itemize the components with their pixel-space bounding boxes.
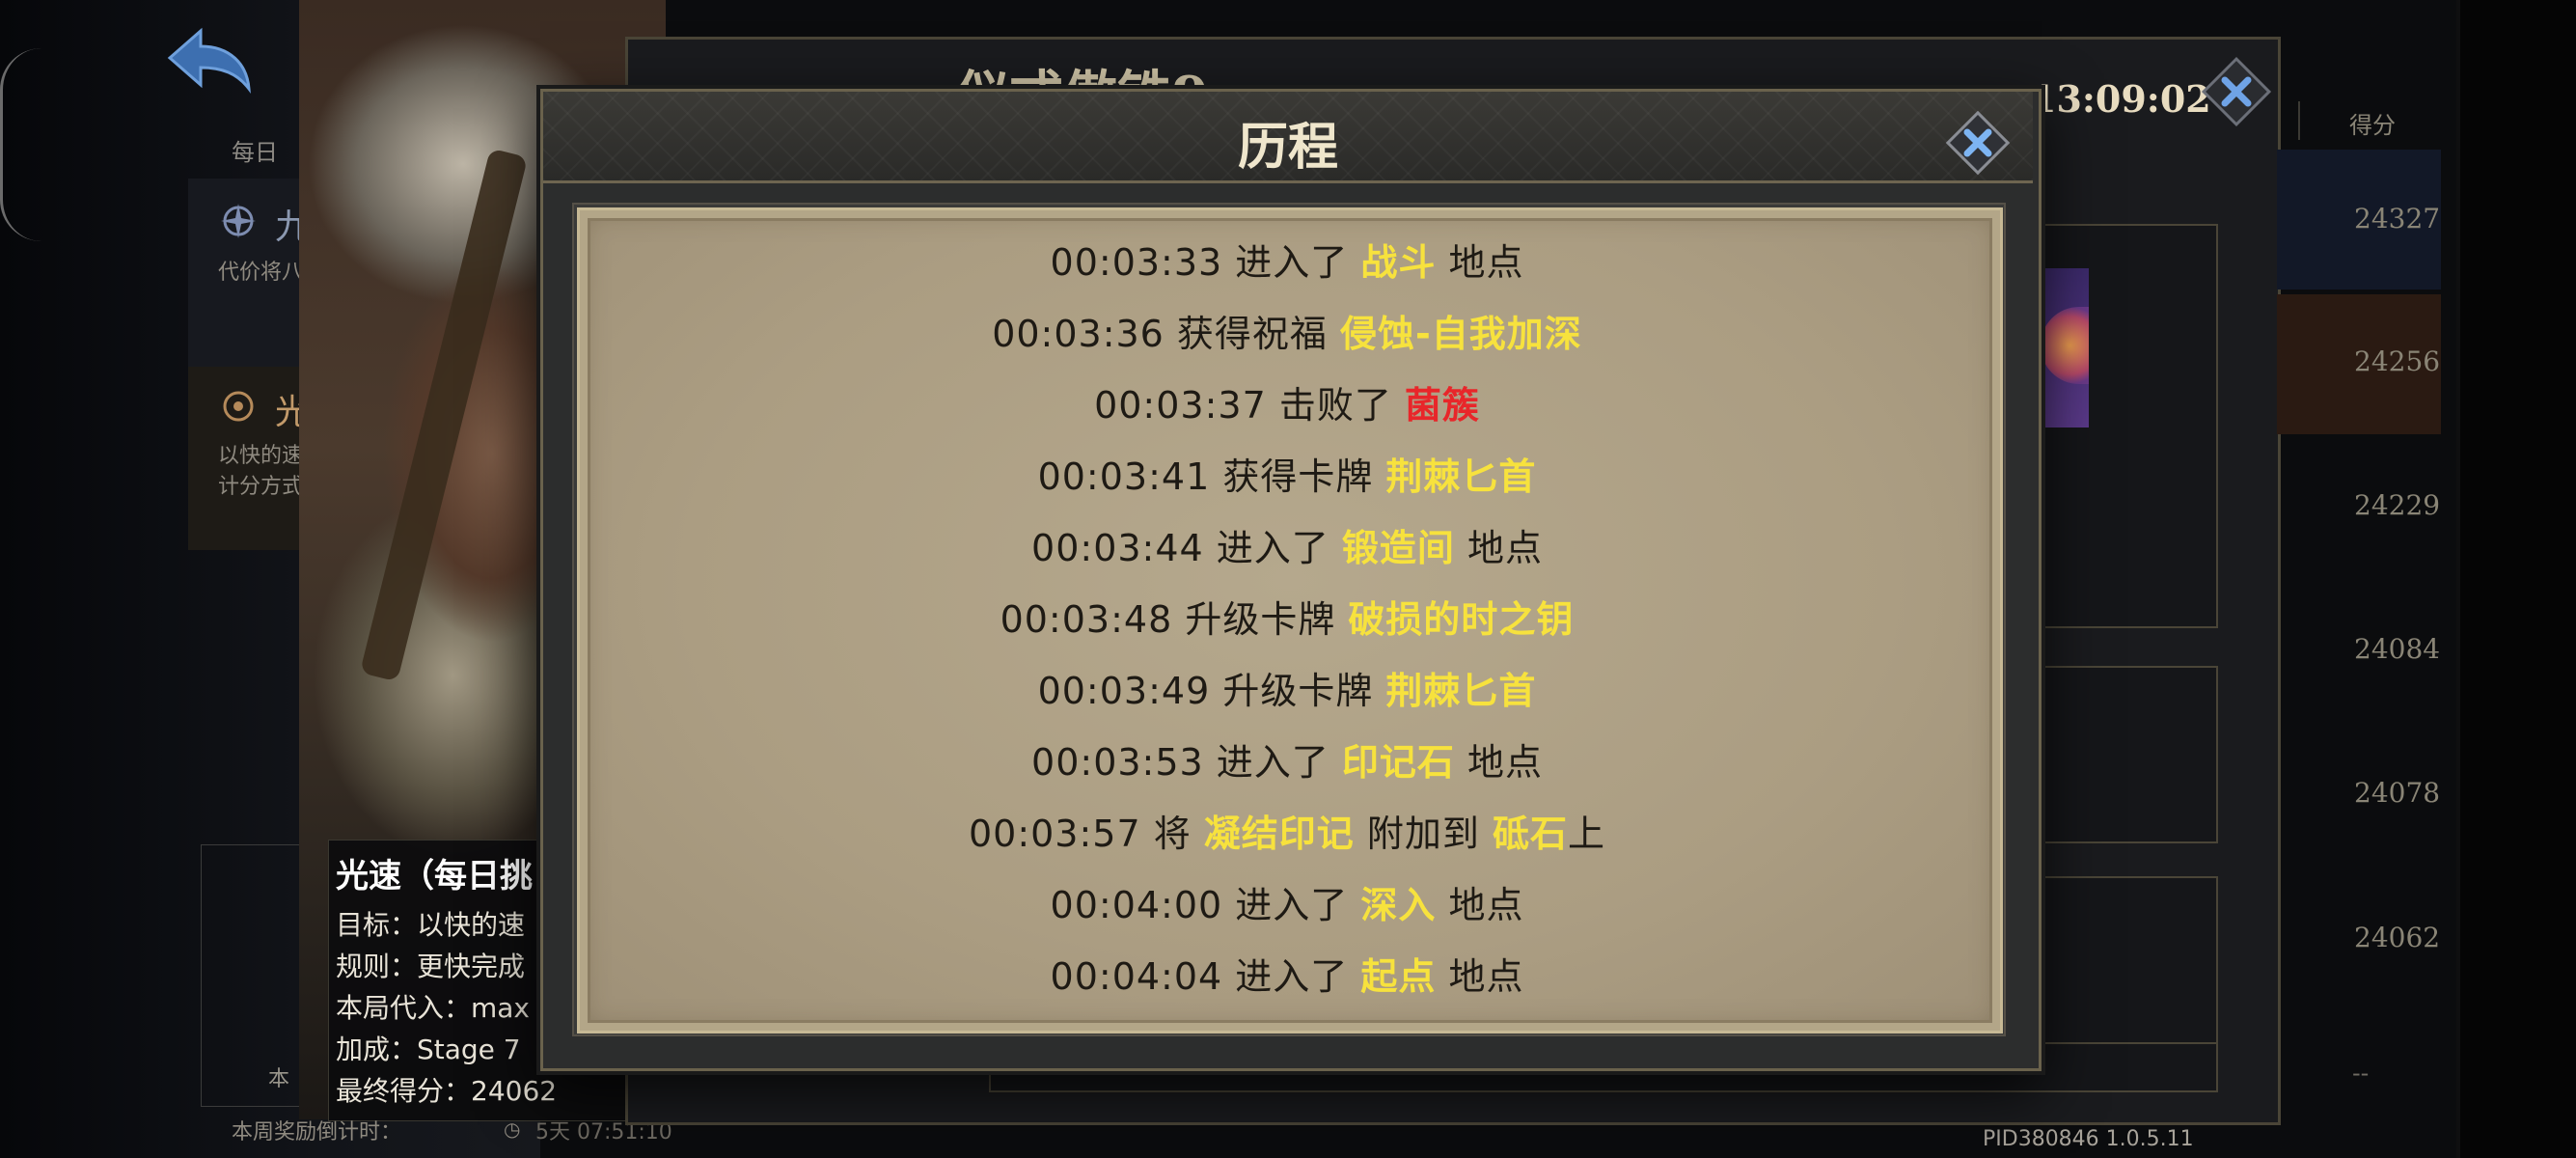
rank-score: --: [2352, 1060, 2370, 1087]
screen-edge: [0, 48, 41, 241]
history-entry: 00:03:53 进入了 印记石 地点: [577, 727, 1997, 798]
history-close-button[interactable]: [1939, 104, 2016, 181]
history-modal-title: 历程: [1237, 118, 1338, 177]
mode-desc: 代价将八: [218, 261, 304, 285]
entry-text: 00:03:49 升级卡牌: [1037, 670, 1386, 712]
compass-icon: [218, 386, 259, 430]
history-entry: 00:03:41 获得卡牌 荆棘匕首: [577, 441, 1997, 512]
rank-score: 24256: [2354, 345, 2441, 377]
entry-text: 00:03:37 击败了: [1094, 384, 1405, 427]
daily-tab[interactable]: 每日: [232, 133, 278, 167]
rank-score: 24078: [2354, 777, 2441, 809]
rank-score: 24062: [2354, 922, 2441, 953]
entry-highlight: 深入: [1360, 884, 1437, 926]
right-shade: [2460, 0, 2576, 1158]
entry-text: 地点: [1454, 741, 1543, 784]
entry-text: 00:03:57 将: [968, 813, 1204, 855]
run-info-line: 规则：更快完成: [336, 951, 526, 982]
entry-text: 地点: [1436, 241, 1524, 284]
entry-highlight: 侵蚀-自我加深: [1340, 313, 1582, 355]
run-info-title: 光速（每日挑: [336, 857, 533, 896]
reward-countdown-label: 本周奖励倒计时：: [232, 1120, 402, 1144]
history-entry: 00:03:49 升级卡牌 荆棘匕首: [577, 655, 1997, 727]
mode-desc: 计分方式: [218, 475, 304, 499]
entry-enemy: 菌簇: [1404, 384, 1480, 427]
mode-desc: 以快的速: [218, 444, 304, 468]
run-info-line: 目标：以快的速: [336, 909, 526, 941]
history-entry: 00:03:44 进入了 锻造间 地点: [577, 512, 1997, 584]
entry-text: 00:03:33 进入了: [1050, 241, 1361, 284]
history-list[interactable]: 00:03:33 进入了 战斗 地点 00:03:36 获得祝福 侵蚀-自我加深 0…: [577, 207, 1997, 1028]
panel-close-button[interactable]: [2198, 53, 2275, 130]
history-entry: 00:04:00 进入了 深入 地点: [577, 869, 1997, 941]
history-entry: 00:04:04 进入了 起点 地点: [577, 941, 1997, 1012]
entry-highlight: 荆棘匕首: [1385, 670, 1537, 712]
entry-highlight: 破损的时之钥: [1348, 598, 1575, 641]
entry-text: 00:03:48 升级卡牌: [1000, 598, 1349, 641]
history-entry: 00:03:57 将 凝结印记 附加到 砥石上: [577, 798, 1997, 869]
entry-text: 地点: [1436, 884, 1524, 926]
entry-highlight: 起点: [1360, 955, 1437, 998]
clock-icon: ◷: [504, 1117, 521, 1141]
rank-score: 24084: [2354, 633, 2441, 665]
entry-text: 上: [1568, 813, 1606, 855]
entry-text: 00:03:36 获得祝福: [992, 313, 1341, 355]
back-button[interactable]: [162, 21, 259, 98]
entry-text: 附加到: [1354, 813, 1493, 855]
entry-text: 00:04:00 进入了: [1050, 884, 1361, 926]
close-icon: [1945, 110, 2011, 176]
entry-text: 地点: [1436, 955, 1524, 998]
run-info-line: 加成：Stage 7: [336, 1034, 521, 1065]
compass-icon: [218, 201, 259, 245]
build-id: PID380846 1.0.5.11: [1983, 1127, 2194, 1151]
countdown-timer: 13:09:02: [2031, 77, 2211, 121]
run-final-score: 最终得分：24062: [336, 1075, 558, 1107]
rank-score: 24327: [2354, 203, 2441, 234]
history-entry: 00:03:37 击败了 菌簇: [577, 370, 1997, 441]
history-entry: 00:03:33 进入了 战斗 地点: [577, 227, 1997, 298]
entry-highlight: 砥石: [1492, 813, 1568, 855]
entry-highlight: 印记石: [1341, 741, 1455, 784]
entry-highlight: 锻造间: [1341, 527, 1455, 569]
history-entry: 00:03:48 升级卡牌 破损的时之钥: [577, 584, 1997, 655]
history-entry: 00:03:36 获得祝福 侵蚀-自我加深: [577, 298, 1997, 370]
entry-text: 00:03:53 进入了: [1031, 741, 1342, 784]
rank-score: 24229: [2354, 489, 2441, 521]
entry-text: 00:03:44 进入了: [1031, 527, 1342, 569]
entry-highlight: 战斗: [1360, 241, 1437, 284]
back-arrow-icon: [167, 27, 251, 95]
card-slot[interactable]: [2036, 666, 2218, 843]
score-column-header: 得分: [2349, 112, 2396, 139]
entry-text: 00:04:04 进入了: [1050, 955, 1361, 998]
frame-label: 本: [268, 1067, 290, 1091]
run-info-line: 本局代入：max: [336, 992, 531, 1024]
entry-text: 地点: [1454, 527, 1543, 569]
entry-highlight: 凝结印记: [1203, 813, 1355, 855]
entry-highlight: 荆棘匕首: [1385, 455, 1537, 498]
close-icon: [2201, 56, 2272, 127]
header-divider: [2298, 101, 2300, 140]
entry-text: 00:03:41 获得卡牌: [1037, 455, 1386, 498]
